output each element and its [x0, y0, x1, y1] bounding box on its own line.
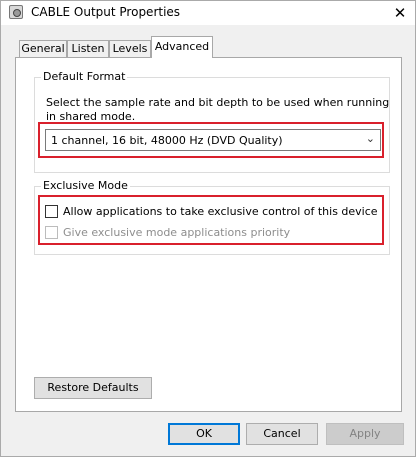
- apply-button: Apply: [326, 423, 404, 445]
- window-title: CABLE Output Properties: [31, 5, 181, 19]
- cancel-button[interactable]: Cancel: [246, 423, 318, 445]
- title-bar[interactable]: CABLE Output Properties ✕: [1, 1, 415, 25]
- ok-button[interactable]: OK: [168, 423, 240, 445]
- restore-defaults-button[interactable]: Restore Defaults: [34, 377, 152, 399]
- speaker-device-icon: [9, 5, 23, 19]
- properties-dialog: CABLE Output Properties ✕ General Listen…: [0, 0, 416, 457]
- format-highlight-box: [38, 122, 384, 158]
- tab-advanced[interactable]: Advanced: [151, 36, 213, 58]
- default-format-description: Select the sample rate and bit depth to …: [46, 96, 390, 123]
- tab-levels[interactable]: Levels: [109, 40, 151, 57]
- exclusive-mode-highlight-box: [38, 195, 384, 245]
- close-button[interactable]: ✕: [385, 1, 415, 25]
- exclusive-mode-heading: Exclusive Mode: [41, 179, 130, 192]
- tab-general[interactable]: General: [19, 40, 67, 57]
- tab-listen[interactable]: Listen: [67, 40, 109, 57]
- default-format-heading: Default Format: [41, 70, 128, 83]
